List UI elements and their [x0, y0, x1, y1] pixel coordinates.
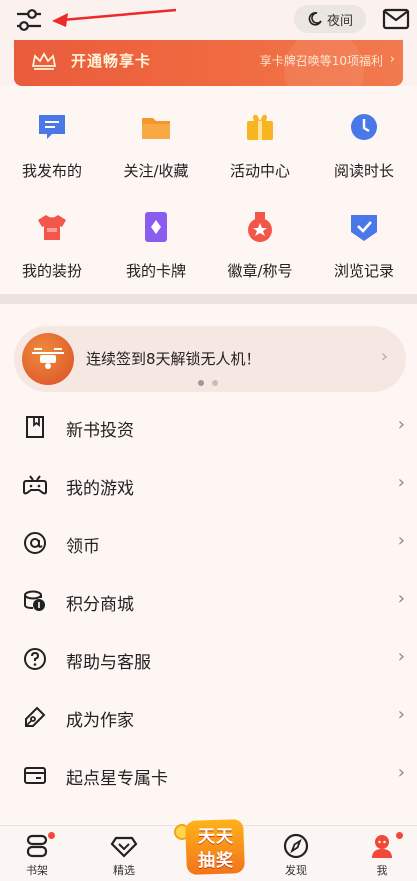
- gift-icon: [247, 114, 273, 140]
- night-mode-button[interactable]: 夜间: [294, 5, 366, 33]
- menu-item-help-support[interactable]: 帮助与客服 ›: [0, 630, 417, 688]
- carousel-dot: [212, 380, 218, 386]
- drone-icon: [22, 333, 74, 385]
- grid-item-activity-center[interactable]: 活动中心: [208, 106, 312, 206]
- nav-item-discover[interactable]: 发现: [266, 832, 326, 881]
- grid-label: 关注/收藏: [123, 162, 189, 180]
- shortcut-grid-card: 我发布的 关注/收藏 活动中心 阅读时长 我的装扮 我的卡牌 徽章/称号 浏览记…: [0, 86, 417, 294]
- card-wallet-icon: [24, 767, 46, 784]
- grid-label: 我的卡牌: [125, 262, 186, 280]
- chevron-right-icon: ›: [397, 414, 405, 435]
- coins-icon: [24, 590, 45, 611]
- bookshelf-icon: [26, 834, 48, 858]
- night-mode-label: 夜间: [326, 13, 353, 29]
- help-icon: [24, 648, 46, 670]
- compass-icon: [283, 833, 309, 859]
- at-coin-icon: [24, 532, 46, 554]
- menu-item-get-coins[interactable]: 领币 ›: [0, 514, 417, 572]
- grid-label: 阅读时长: [333, 162, 394, 180]
- mail-icon[interactable]: [382, 8, 410, 30]
- shield-check-icon: [351, 215, 377, 241]
- grid-item-my-posts[interactable]: 我发布的: [0, 106, 104, 206]
- lottery-line2: 抽奖: [198, 851, 234, 871]
- chevron-right-icon: ›: [397, 588, 405, 609]
- menu-label: 成为作家: [66, 711, 134, 731]
- pen-icon: [25, 706, 46, 727]
- menu-label: 起点星专属卡: [66, 769, 168, 789]
- menu-list: 新书投资 › 我的游戏 › 领币 › 积分商城 › 帮助与客服 › 成为作家 ›…: [0, 398, 417, 804]
- menu-item-new-book-investment[interactable]: 新书投资 ›: [0, 398, 417, 456]
- nav-label: 书架: [26, 864, 48, 877]
- annotation-arrow-icon: [52, 8, 177, 27]
- grid-label: 我的装扮: [21, 262, 82, 280]
- chevron-right-icon: ›: [397, 530, 405, 551]
- card-icon: [145, 212, 167, 242]
- menu-label: 积分商城: [66, 595, 134, 615]
- chevron-right-icon: ›: [397, 704, 405, 725]
- clock-icon: [351, 114, 377, 140]
- grid-item-reading-time[interactable]: 阅读时长: [312, 106, 416, 206]
- daily-lottery-button[interactable]: 天天 抽奖: [172, 816, 248, 878]
- lottery-line1: 天天: [198, 827, 234, 847]
- carousel-dot-active: [198, 380, 204, 386]
- menu-label: 帮助与客服: [66, 653, 151, 673]
- vip-card-banner[interactable]: 开通畅享卡 享卡牌召唤等10项福利 ›: [14, 40, 403, 86]
- chevron-right-icon: ›: [389, 52, 395, 67]
- crown-icon: [31, 52, 57, 70]
- menu-item-points-mall[interactable]: 积分商城 ›: [0, 572, 417, 630]
- bookmark-icon: [26, 416, 44, 438]
- chevron-right-icon: ›: [397, 762, 405, 783]
- moon-icon: [308, 12, 322, 26]
- top-bar: 夜间: [0, 0, 417, 40]
- grid-item-follow-favorites[interactable]: 关注/收藏: [104, 106, 208, 206]
- chevron-right-icon: ›: [380, 346, 388, 367]
- grid-item-my-cards[interactable]: 我的卡牌: [104, 206, 208, 306]
- vip-subtitle: 享卡牌召唤等10项福利: [259, 54, 383, 68]
- chevron-right-icon: ›: [397, 646, 405, 667]
- medal-icon: [248, 212, 272, 242]
- menu-label: 新书投资: [66, 421, 134, 441]
- menu-item-my-games[interactable]: 我的游戏 ›: [0, 456, 417, 514]
- notification-dot: [48, 832, 55, 839]
- grid-label: 徽章/称号: [227, 262, 293, 280]
- menu-item-become-writer[interactable]: 成为作家 ›: [0, 688, 417, 746]
- folder-icon: [142, 118, 170, 139]
- menu-card: 连续签到8天解锁无人机！ › 新书投资 › 我的游戏 › 领币 › 积分商城 ›…: [0, 304, 417, 825]
- gamepad-icon: [23, 475, 47, 495]
- sliders-icon[interactable]: [14, 6, 44, 34]
- promo-text: 连续签到8天解锁无人机！: [86, 350, 261, 368]
- menu-label: 我的游戏: [66, 479, 134, 499]
- message-icon: [39, 115, 65, 139]
- chevron-right-icon: ›: [397, 472, 405, 493]
- tshirt-icon: [38, 215, 66, 240]
- menu-item-star-member-card[interactable]: 起点星专属卡 ›: [0, 746, 417, 804]
- nav-item-bookshelf[interactable]: 书架: [7, 832, 67, 881]
- vip-title: 开通畅享卡: [71, 52, 152, 70]
- grid-label: 浏览记录: [333, 262, 394, 280]
- nav-item-featured[interactable]: 精选: [94, 832, 154, 881]
- grid-label: 我发布的: [21, 162, 82, 180]
- shortcut-grid: 我发布的 关注/收藏 活动中心 阅读时长 我的装扮 我的卡牌 徽章/称号 浏览记…: [0, 106, 417, 306]
- grid-item-browse-history[interactable]: 浏览记录: [312, 206, 416, 306]
- nav-label: 精选: [113, 864, 135, 877]
- diamond-icon: [110, 836, 138, 858]
- notification-dot: [396, 832, 403, 839]
- grid-item-my-outfit[interactable]: 我的装扮: [0, 206, 104, 306]
- grid-label: 活动中心: [229, 162, 290, 180]
- grid-item-badges-titles[interactable]: 徽章/称号: [208, 206, 312, 306]
- nav-item-me[interactable]: 我: [352, 832, 412, 881]
- nav-label: 发现: [285, 864, 307, 877]
- nav-label: 我: [376, 864, 388, 877]
- user-icon: [372, 835, 392, 858]
- section-divider: [0, 294, 417, 304]
- menu-label: 领币: [66, 537, 100, 557]
- carousel-dots: [198, 380, 218, 386]
